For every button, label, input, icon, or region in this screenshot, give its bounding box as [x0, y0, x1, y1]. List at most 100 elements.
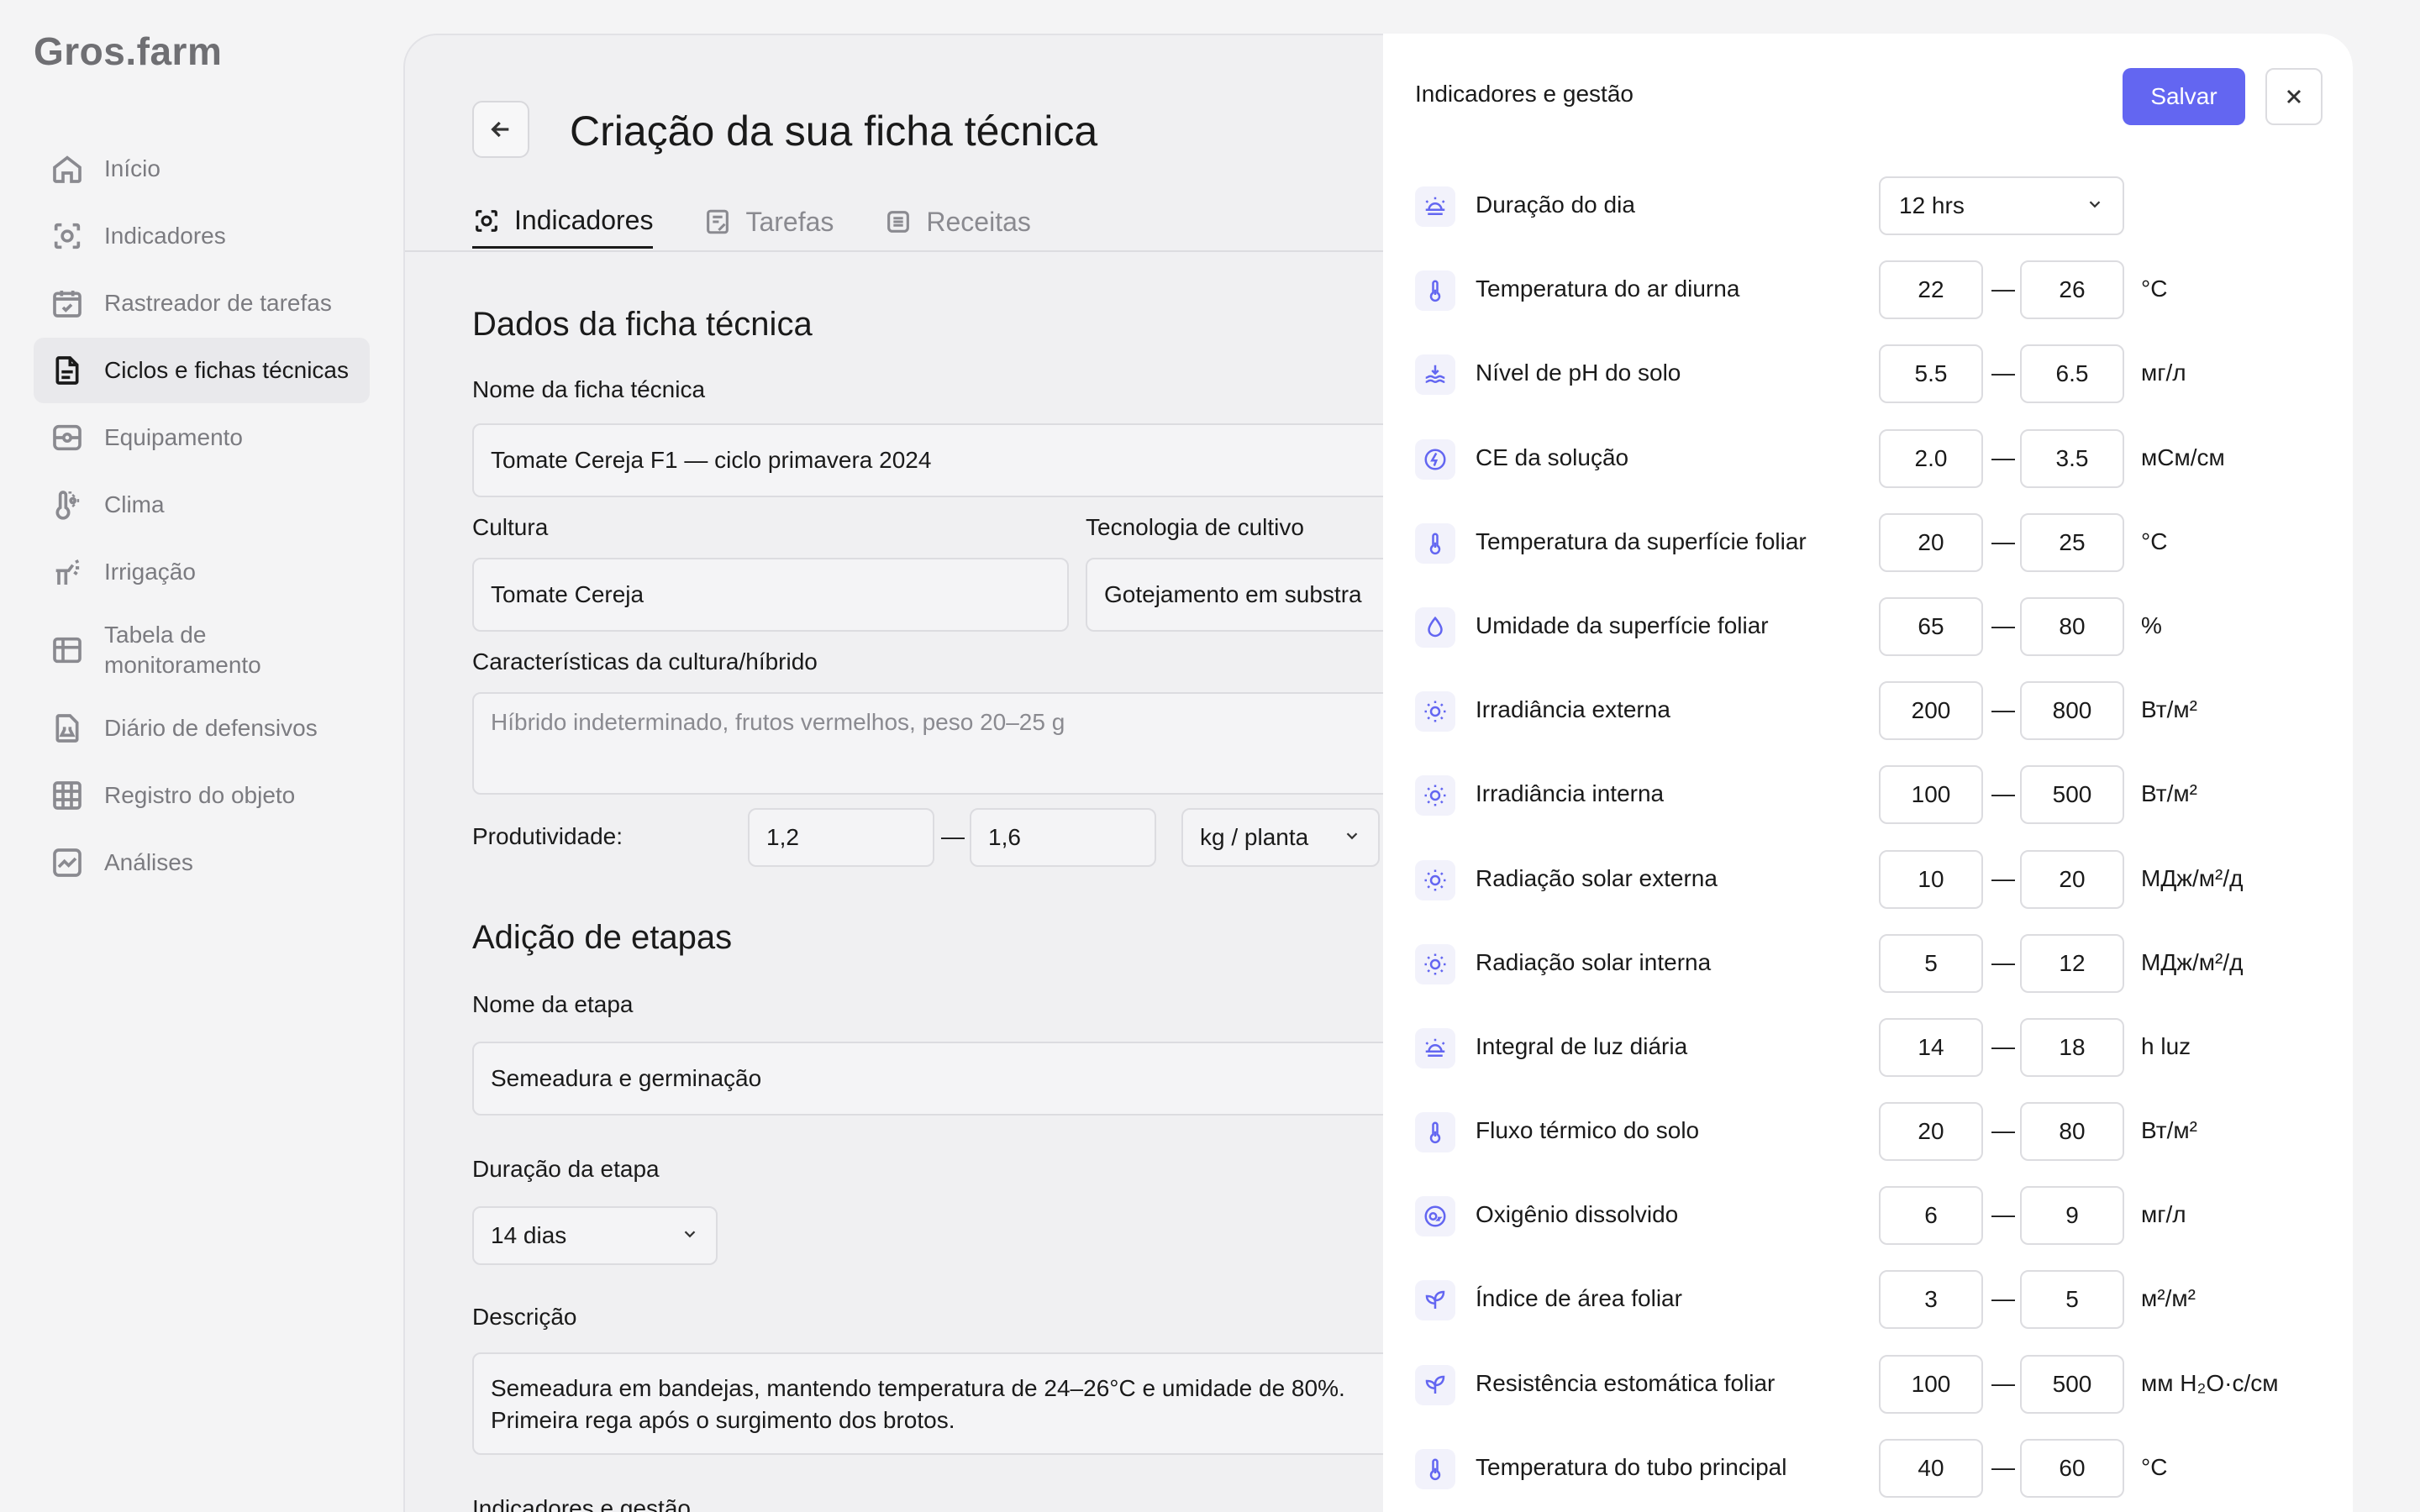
productivity-min-input[interactable]: 1,2 [748, 808, 934, 867]
sidebar-item-label: Equipamento [104, 424, 244, 450]
sidebar-item-label: Indicadores [104, 223, 226, 249]
indicator-min-input[interactable]: 100 [1879, 765, 1983, 825]
indicator-row: Radiação solar interna 5 —12 МДж/м²/д [1415, 933, 2339, 1018]
indicator-name: Temperatura do ar diurna [1476, 276, 1740, 302]
range-dash: — [1991, 1032, 2015, 1059]
sunrise-icon [1415, 186, 1455, 227]
o2-icon [1415, 1196, 1455, 1237]
productivity-max-input[interactable]: 1,6 [970, 808, 1156, 867]
range-dash: — [1991, 1117, 2015, 1144]
sheet-name-input[interactable]: Tomate Cereja F1 — ciclo primavera 2024 [472, 423, 1464, 497]
tab-indicadores[interactable]: Indicadores [472, 195, 654, 249]
sidebar-nav: Início Indicadores Rastreador de tarefas… [34, 136, 370, 897]
sidebar-item-ciclos[interactable]: Ciclos e fichas técnicas [34, 338, 370, 403]
culture-label: Cultura [472, 514, 549, 540]
indicator-min-input[interactable]: 10 [1879, 849, 1983, 909]
indicator-unit: °C [2141, 276, 2168, 302]
sidebar-item-registro[interactable]: Registro do objeto [34, 763, 370, 828]
home-icon [50, 152, 84, 186]
tabs-divider [405, 250, 1413, 252]
sun-icon [1415, 775, 1455, 816]
indicator-max-input[interactable]: 5 [2020, 1270, 2124, 1330]
indicator-min-input[interactable]: 20 [1879, 1102, 1983, 1162]
indicator-row: Integral de luz diária 14 —18 h luz [1415, 1017, 2339, 1102]
sidebar-item-label: Análises [104, 849, 193, 875]
sidebar-item-inicio[interactable]: Início [34, 136, 370, 202]
sidebar-item-clima[interactable]: Clima [34, 472, 370, 538]
indicators-icon [50, 219, 84, 253]
indicator-min-input[interactable]: 200 [1879, 681, 1983, 741]
indicator-max-input[interactable]: 20 [2020, 849, 2124, 909]
description-textarea[interactable]: Semeadura em bandejas, mantendo temperat… [472, 1352, 1464, 1455]
indicator-row: Temperatura do tubo principal 40 —60 °C [1415, 1438, 2339, 1512]
stage-duration-select[interactable]: 14 dias [472, 1206, 718, 1265]
save-button[interactable]: Salvar [2123, 68, 2245, 125]
indicator-min-input[interactable]: 14 [1879, 1017, 1983, 1077]
sprinkler-icon [50, 555, 84, 589]
soil-icon [1415, 354, 1455, 396]
stage-duration-label: Duração da etapa [472, 1156, 660, 1182]
sidebar-item-indicadores[interactable]: Indicadores [34, 203, 370, 269]
indicator-min-input[interactable]: 100 [1879, 1354, 1983, 1414]
close-icon [2286, 89, 2302, 104]
traits-textarea[interactable]: Híbrido indeterminado, frutos vermelhos,… [472, 692, 1464, 795]
sidebar-item-label: Tabela de monitoramento [104, 622, 261, 678]
indicator-min-input[interactable]: 65 [1879, 596, 1983, 656]
indicator-unit: Вт/м² [2141, 780, 2197, 807]
stage-name-input[interactable]: Semeadura e germinação [472, 1042, 1464, 1116]
thermometer-icon [1415, 1112, 1455, 1153]
indicator-unit: мм H₂O·с/см [2141, 1369, 2279, 1396]
indicator-min-input[interactable]: 2.0 [1879, 428, 1983, 488]
sidebar-item-label: Rastreador de tarefas [104, 290, 332, 316]
panel-title: Indicadores e gestão [1415, 81, 1634, 107]
indicator-min-input[interactable]: 6 [1879, 1186, 1983, 1246]
indicators-management-label[interactable]: Indicadores e gestão [472, 1495, 691, 1512]
indicator-min-input[interactable]: 40 [1879, 1438, 1983, 1498]
indicator-max-input[interactable]: 9 [2020, 1186, 2124, 1246]
chart-icon [50, 846, 84, 879]
range-dash: — [941, 823, 965, 849]
indicator-max-input[interactable]: 12 [2020, 933, 2124, 993]
chevron-down-icon [1343, 824, 1361, 851]
indicator-unit: h luz [2141, 1032, 2191, 1059]
sidebar-item-diario[interactable]: Diário de defensivos [34, 696, 370, 761]
close-button[interactable] [2265, 68, 2323, 125]
indicator-name: Irradiância interna [1476, 780, 1665, 807]
indicator-min-input[interactable]: 20 [1879, 512, 1983, 572]
indicator-max-input[interactable]: 80 [2020, 596, 2124, 656]
indicator-name: Nível de pH do solo [1476, 360, 1681, 386]
sidebar-item-equipamento[interactable]: Equipamento [34, 405, 370, 470]
indicator-max-input[interactable]: 3.5 [2020, 428, 2124, 488]
indicator-max-input[interactable]: 500 [2020, 765, 2124, 825]
indicator-max-input[interactable]: 80 [2020, 1102, 2124, 1162]
culture-input[interactable]: Tomate Cereja [472, 558, 1069, 632]
productivity-unit-select[interactable]: kg / planta [1181, 808, 1380, 867]
indicator-row: Oxigênio dissolvido 6 —9 мг/л [1415, 1186, 2339, 1270]
indicator-max-input[interactable]: 60 [2020, 1438, 2124, 1498]
tab-receitas[interactable]: Receitas [884, 195, 1031, 249]
indicator-row: Irradiância interna 100 —500 Вт/м² [1415, 765, 2339, 849]
sidebar-item-analises[interactable]: Análises [34, 830, 370, 895]
indicator-max-input[interactable]: 800 [2020, 681, 2124, 741]
indicator-min-input[interactable]: 22 [1879, 260, 1983, 320]
indicator-min-input[interactable]: 3 [1879, 1270, 1983, 1330]
indicator-max-input[interactable]: 6.5 [2020, 344, 2124, 404]
indicator-max-input[interactable]: 26 [2020, 260, 2124, 320]
flask-doc-icon [50, 711, 84, 745]
indicator-max-input[interactable]: 500 [2020, 1354, 2124, 1414]
indicator-min-input[interactable]: 5 [1879, 933, 1983, 993]
day-length-select[interactable]: 12 hrs [1879, 176, 2124, 235]
range-dash: — [1991, 444, 2015, 470]
indicator-max-input[interactable]: 25 [2020, 512, 2124, 572]
indicator-max-input[interactable]: 18 [2020, 1017, 2124, 1077]
indicator-min-input[interactable]: 5.5 [1879, 344, 1983, 404]
indicator-unit: Вт/м² [2141, 696, 2197, 723]
range-dash: — [1991, 612, 2015, 638]
sidebar-item-irrigacao[interactable]: Irrigação [34, 539, 370, 605]
page-title: Criação da sua ficha técnica [570, 108, 1098, 155]
sidebar-item-tabela[interactable]: Tabela de monitoramento [34, 606, 370, 694]
sidebar-item-rastreador[interactable]: Rastreador de tarefas [34, 270, 370, 336]
back-button[interactable] [472, 101, 529, 158]
tab-tarefas[interactable]: Tarefas [703, 195, 834, 249]
leaf-icon [1415, 1364, 1455, 1405]
